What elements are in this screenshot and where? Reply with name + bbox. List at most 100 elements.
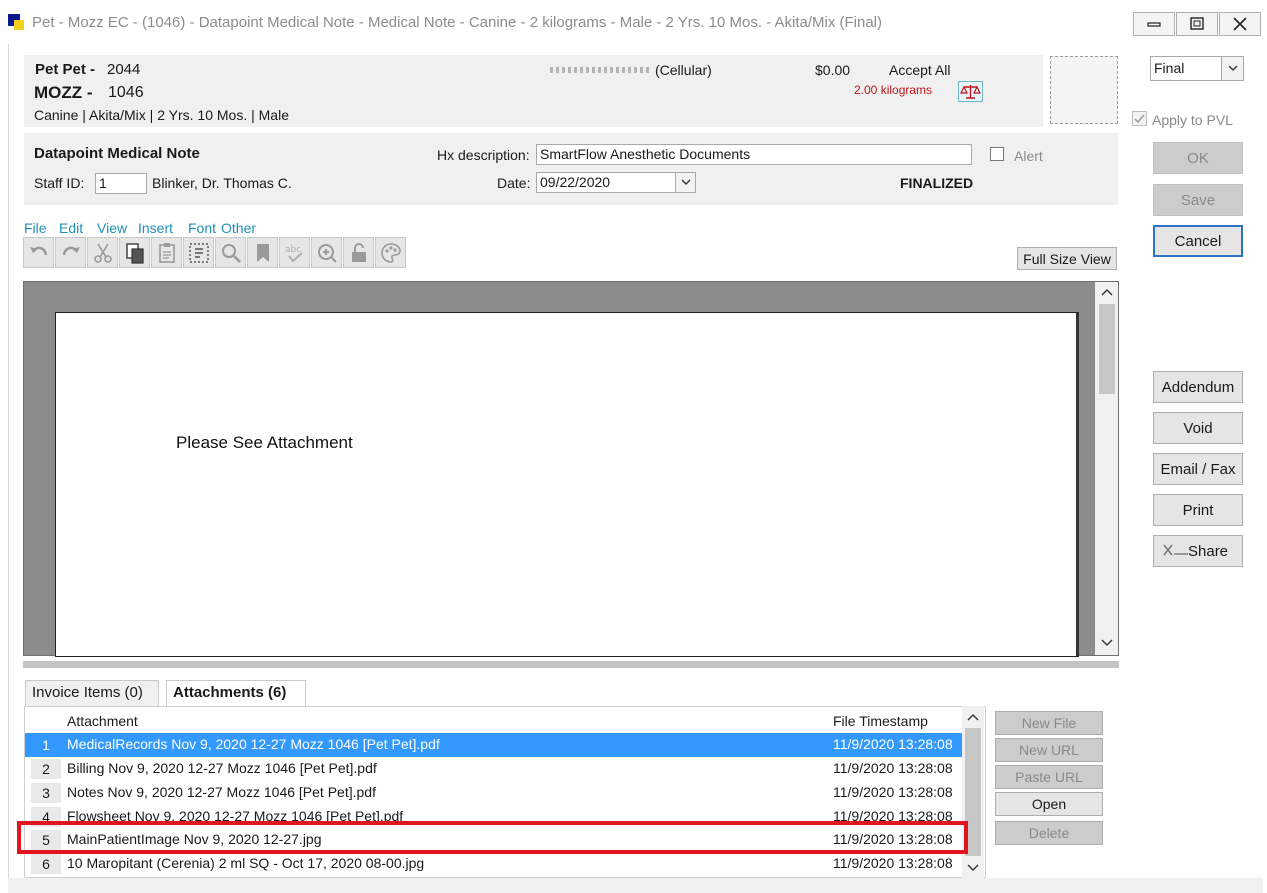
app-icon (8, 14, 24, 30)
status-dropdown-button[interactable] (1221, 57, 1243, 80)
row-number: 3 (31, 783, 61, 803)
full-size-view-button[interactable]: Full Size View (1017, 247, 1117, 270)
column-header-attachment[interactable]: Attachment (67, 713, 138, 729)
bookmark-button[interactable] (247, 237, 278, 268)
table-row[interactable]: 2 Billing Nov 9, 2020 12-27 Mozz 1046 [P… (25, 757, 965, 781)
staff-name: Blinker, Dr. Thomas C. (152, 175, 292, 191)
scroll-up-icon[interactable] (1099, 286, 1115, 298)
print-button[interactable]: Print (1153, 494, 1243, 526)
tab-attachments[interactable]: Attachments (6) (166, 680, 306, 708)
share-button[interactable]: Share (1153, 535, 1243, 567)
paste-url-button[interactable]: Paste URL (995, 765, 1103, 789)
attachment-timestamp: 11/9/2020 13:28:08 (833, 760, 953, 776)
attachment-name: MedicalRecords Nov 9, 2020 12-27 Mozz 10… (67, 736, 440, 752)
date-field[interactable]: 09/22/2020 (536, 172, 696, 193)
lock-button[interactable] (343, 237, 374, 268)
new-file-button[interactable]: New File (995, 711, 1103, 735)
new-url-button[interactable]: New URL (995, 738, 1103, 762)
lock-icon (351, 242, 366, 262)
attachment-name: Notes Nov 9, 2020 12-27 Mozz 1046 [Pet P… (67, 784, 376, 800)
menu-font[interactable]: Font (188, 220, 216, 236)
staff-id-field[interactable]: 1 (95, 173, 147, 194)
column-header-timestamp[interactable]: File Timestamp (833, 713, 928, 729)
menu-other[interactable]: Other (221, 220, 256, 236)
palette-icon (380, 242, 401, 263)
checkmark-icon (1134, 114, 1145, 124)
zoom-button[interactable] (311, 237, 342, 268)
cancel-button[interactable]: Cancel (1153, 225, 1243, 257)
spellcheck-icon: abc (285, 245, 303, 262)
date-value: 09/22/2020 (540, 174, 611, 190)
apply-to-pvl-checkbox[interactable] (1132, 111, 1147, 126)
addendum-button[interactable]: Addendum (1153, 371, 1243, 403)
chevron-down-icon (681, 179, 691, 185)
undo-button[interactable] (23, 237, 54, 268)
attachment-timestamp: 11/9/2020 13:28:08 (833, 784, 953, 800)
scroll-up-icon[interactable] (965, 711, 981, 723)
scale-icon (960, 85, 981, 99)
editor-scrollbar[interactable] (1095, 282, 1118, 655)
share-label: Share (1188, 542, 1229, 560)
redo-icon (62, 246, 80, 255)
pane-splitter[interactable] (23, 661, 1119, 668)
open-button[interactable]: Open (995, 792, 1103, 816)
date-dropdown-button[interactable] (675, 173, 695, 192)
scale-button[interactable] (958, 81, 983, 102)
chevron-down-icon (1228, 65, 1238, 71)
select-all-icon (188, 242, 209, 263)
save-button[interactable]: Save (1153, 184, 1243, 216)
close-button[interactable] (1219, 12, 1261, 36)
menu-view[interactable]: View (97, 220, 127, 236)
paste-button[interactable] (151, 237, 182, 268)
scroll-down-icon[interactable] (1099, 637, 1115, 649)
pet-details: Canine | Akita/Mix | 2 Yrs. 10 Mos. | Ma… (34, 107, 289, 123)
status-finalized: FINALIZED (900, 175, 974, 191)
clipboard-icon (158, 242, 175, 263)
editor-toolbar: abc (23, 237, 413, 269)
row-number: 6 (31, 854, 61, 874)
color-button[interactable] (375, 237, 406, 268)
maximize-icon (1190, 17, 1204, 30)
alert-checkbox[interactable] (990, 147, 1004, 161)
cut-button[interactable] (87, 237, 118, 268)
phone-type: (Cellular) (655, 62, 712, 78)
hx-description-field[interactable]: SmartFlow Anesthetic Documents (536, 144, 972, 165)
scroll-down-icon[interactable] (965, 862, 981, 874)
spellcheck-button[interactable]: abc (279, 237, 310, 268)
menu-file[interactable]: File (24, 220, 47, 236)
magnifier-icon (221, 243, 241, 263)
redo-button[interactable] (55, 237, 86, 268)
patient-photo-placeholder[interactable] (1050, 56, 1118, 124)
svg-text:abc: abc (285, 245, 301, 255)
copy-button[interactable] (119, 237, 150, 268)
status-strip (8, 878, 1263, 893)
pet-name: MOZZ - (34, 83, 93, 102)
copy-icon (125, 242, 144, 264)
attachment-timestamp: 11/9/2020 13:28:08 (833, 855, 953, 871)
document-page[interactable]: Please See Attachment (55, 312, 1079, 657)
menu-insert[interactable]: Insert (138, 220, 173, 236)
alert-label: Alert (1014, 148, 1043, 164)
editor-scroll-thumb[interactable] (1099, 304, 1115, 394)
status-select-value: Final (1154, 60, 1185, 76)
bookmark-icon (256, 243, 269, 262)
ok-button[interactable]: OK (1153, 142, 1243, 174)
document-editor[interactable]: Please See Attachment (23, 281, 1119, 657)
table-row[interactable]: 6 10 Maropitant (Cerenia) 2 ml SQ - Oct … (25, 852, 965, 876)
pet-id: 1046 (108, 84, 144, 101)
note-title: Datapoint Medical Note (34, 145, 200, 162)
menu-edit[interactable]: Edit (59, 220, 83, 236)
tab-invoice-items[interactable]: Invoice Items (0) (25, 680, 159, 707)
delete-button[interactable]: Delete (995, 821, 1103, 845)
accept-all-label: Accept All (889, 62, 951, 78)
select-all-button[interactable] (183, 237, 214, 268)
email-fax-button[interactable]: Email / Fax (1153, 453, 1243, 485)
void-button[interactable]: Void (1153, 412, 1243, 444)
maximize-button[interactable] (1176, 12, 1218, 36)
close-icon (1233, 17, 1247, 31)
date-label: Date: (497, 175, 531, 191)
table-row[interactable]: 1 MedicalRecords Nov 9, 2020 12-27 Mozz … (25, 733, 965, 757)
minimize-button[interactable] (1133, 12, 1175, 36)
table-row[interactable]: 3 Notes Nov 9, 2020 12-27 Mozz 1046 [Pet… (25, 781, 965, 805)
find-button[interactable] (215, 237, 246, 268)
